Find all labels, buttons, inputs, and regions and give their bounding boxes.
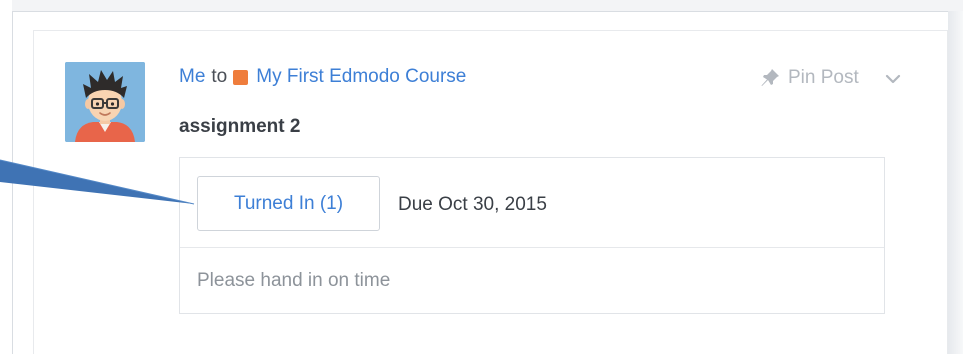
assignment-title: assignment 2 [179,116,301,137]
chevron-down-icon [885,74,901,84]
due-date: Due Oct 30, 2015 [398,194,547,215]
screenshot-stage: Me to My First Edmodo Course Pin Post as… [0,0,963,354]
pin-post-label: Pin Post [788,67,859,88]
avatar[interactable] [65,62,145,142]
left-margin [0,0,12,354]
avatar-illustration [65,62,145,142]
assignment-card-header: Turned In (1) Due Oct 30, 2015 [180,158,884,248]
turned-in-button[interactable]: Turned In (1) [197,176,380,231]
post-header: Me to My First Edmodo Course [179,66,466,88]
sender-link[interactable]: Me [179,66,205,88]
group-link[interactable]: My First Edmodo Course [256,66,466,88]
pin-icon [761,69,779,86]
to-word: to [211,66,228,87]
assignment-card: Turned In (1) Due Oct 30, 2015 Please ha… [179,157,885,314]
pin-post-button[interactable]: Pin Post [760,67,859,89]
group-color-icon [233,69,249,85]
post-options-toggle[interactable] [885,72,901,90]
right-scroll-shadow [948,11,963,354]
assignment-description: Please hand in on time [197,270,391,291]
